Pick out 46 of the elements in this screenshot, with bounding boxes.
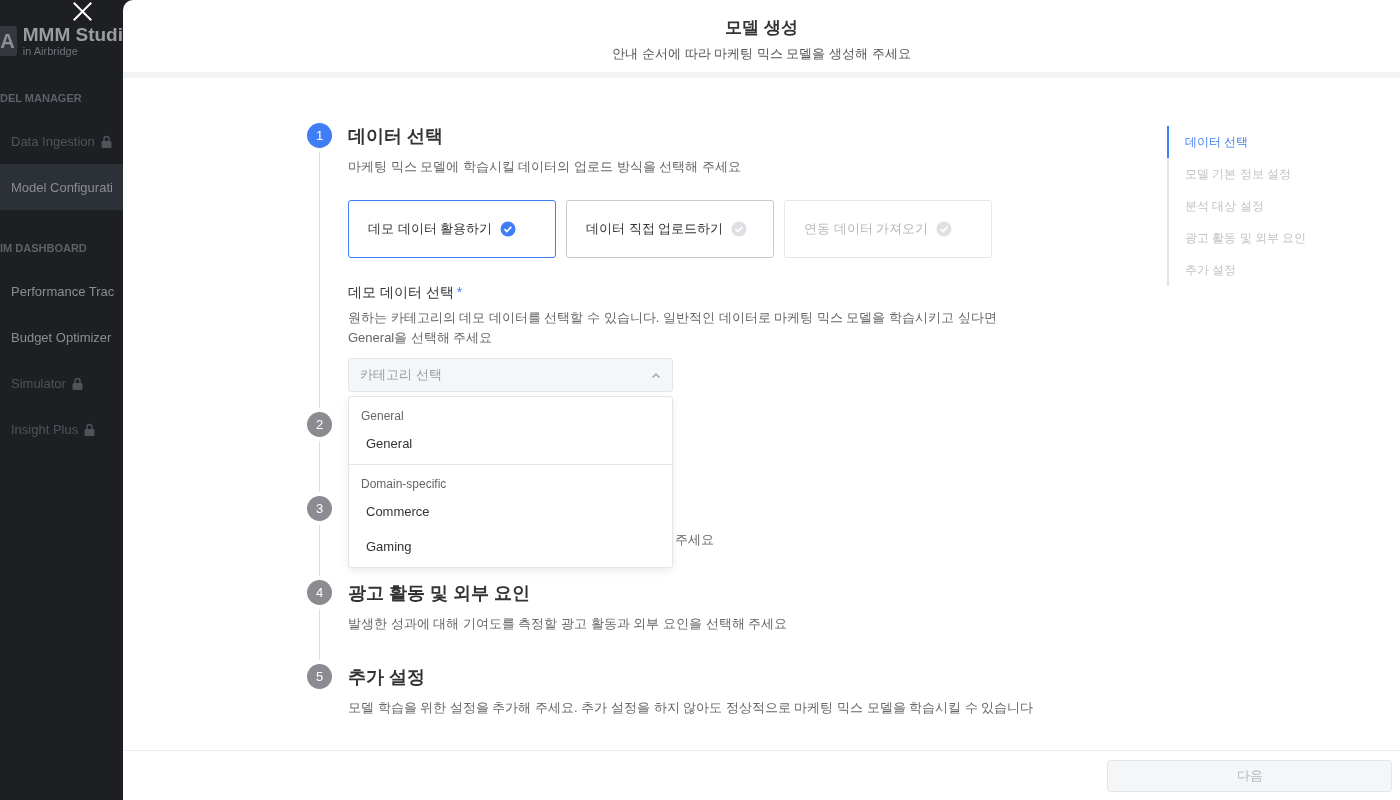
- step-title: 데이터 선택: [348, 124, 443, 148]
- option-card[interactable]: 데이터 직접 업로드하기: [566, 200, 774, 258]
- step-description: 발생한 성과에 대해 기여도를 측정할 광고 활동과 외부 요인을 선택해 주세요: [348, 615, 789, 633]
- menu-item[interactable]: Gaming: [349, 529, 672, 563]
- step-description: 마케팅 믹스 모델에 학습시킬 데이터의 업로드 방식을 선택해 주세요: [348, 158, 742, 176]
- logo-mark: A: [0, 26, 17, 56]
- menu-item[interactable]: General: [349, 426, 672, 460]
- app-title: MMM Studi: [22, 24, 123, 45]
- sidebar-item[interactable]: Model Configurati: [0, 164, 123, 210]
- step-description: 모델 학습을 위한 설정을 추가해 주세요. 추가 설정을 하지 않아도 정상적으로 마케팅 믹스 모델을 학습시킬 수 있습니다: [348, 699, 1034, 717]
- field-label: 데모 데이터 선택: [348, 284, 454, 302]
- category-dropdown[interactable]: 카테고리 선택: [348, 358, 673, 392]
- app-subtitle: in Airbridge: [22, 44, 79, 58]
- nav-link[interactable]: 분석 대상 설정: [1167, 190, 1307, 222]
- step-title: 추가 설정: [348, 665, 425, 689]
- nav-link[interactable]: 데이터 선택: [1167, 126, 1307, 158]
- step-number: 2: [307, 412, 332, 437]
- group-label: General: [360, 409, 405, 425]
- section-label: DEL MANAGER: [0, 91, 83, 106]
- modal-subtitle: 안내 순서에 따라 마케팅 믹스 모델을 생성해 주세요: [611, 45, 912, 63]
- nav-link[interactable]: 추가 설정: [1167, 254, 1307, 286]
- check-circle-icon: [936, 221, 953, 237]
- section-label: IM DASHBOARD: [0, 241, 88, 256]
- menu-item[interactable]: Commerce: [349, 494, 672, 528]
- step-description: 주세요: [675, 531, 714, 549]
- step-number: 5: [307, 664, 332, 689]
- close-icon[interactable]: [72, 1, 93, 22]
- step-number: 3: [307, 496, 332, 521]
- sidebar-item[interactable]: Budget Optimizer: [0, 314, 123, 360]
- check-circle-icon: [500, 221, 517, 237]
- lock-icon: [71, 376, 83, 390]
- step-title: 광고 활동 및 외부 요인: [348, 581, 530, 605]
- step-number: 4: [307, 580, 332, 605]
- nav-link[interactable]: 모델 기본 정보 설정: [1167, 158, 1307, 190]
- required-mark: *: [456, 284, 463, 300]
- step-number: 1: [307, 123, 332, 148]
- lock-icon: [84, 422, 96, 436]
- option-card[interactable]: 데모 데이터 활용하기: [348, 200, 556, 258]
- nav-link[interactable]: 광고 활동 및 외부 요인: [1167, 222, 1307, 254]
- group-label: Domain-specific: [360, 477, 448, 493]
- chevron-up-icon: [652, 372, 660, 378]
- modal-title: 모델 생성: [724, 17, 799, 39]
- field-help: 원하는 카테고리의 데모 데이터를 선택할 수 있습니다. 일반적인 데이터로 마케팅 믹스 모델을 학습시키고 싶다면 General을 선택해 주세요: [348, 309, 998, 347]
- sidebar-item[interactable]: Performance Trac: [0, 268, 123, 314]
- lock-icon: [100, 134, 112, 148]
- check-circle-icon: [731, 221, 748, 237]
